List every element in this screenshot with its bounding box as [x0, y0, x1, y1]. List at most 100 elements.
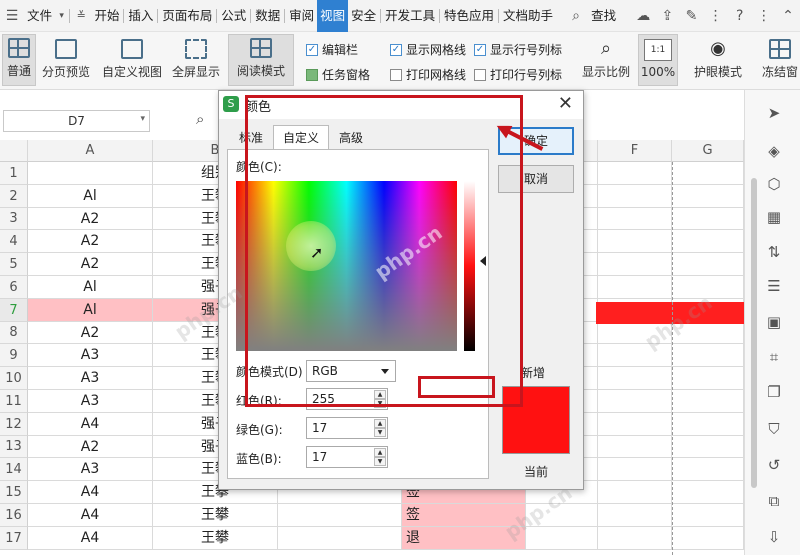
cell-g[interactable]	[672, 185, 744, 208]
cell-a[interactable]: A4	[28, 413, 153, 436]
select-all-corner[interactable]	[0, 140, 28, 162]
row-header[interactable]: 1	[0, 162, 28, 185]
menu-doc-assistant[interactable]: 文档助手	[500, 0, 556, 32]
menu-formula[interactable]: 公式	[218, 0, 249, 32]
name-box[interactable]: D7 ▾	[3, 110, 150, 132]
cell-g[interactable]	[672, 344, 744, 367]
zoom-icon[interactable]: ⌕	[196, 110, 216, 130]
row-header[interactable]: 16	[0, 504, 28, 527]
normal-view-button[interactable]: 普通	[2, 34, 36, 86]
row-header[interactable]: 12	[0, 413, 28, 436]
edit-icon[interactable]: ✎	[679, 0, 703, 32]
col-header-g[interactable]: G	[672, 140, 744, 162]
scroll-thumb[interactable]	[751, 178, 757, 488]
row-header[interactable]: 6	[0, 276, 28, 299]
cell-a[interactable]: A2	[28, 208, 153, 230]
row-header[interactable]: 13	[0, 436, 28, 458]
cell-f[interactable]	[598, 230, 672, 253]
cell-f[interactable]	[598, 162, 672, 185]
cell-a[interactable]: A3	[28, 390, 153, 413]
row-header[interactable]: 8	[0, 322, 28, 344]
cell-f[interactable]	[598, 208, 672, 230]
chevron-down-icon[interactable]: ▾	[140, 114, 145, 124]
edit-bar-checkbox[interactable]: ✓ 编辑栏	[306, 41, 358, 58]
row-header[interactable]: 17	[0, 527, 28, 550]
row-header[interactable]: 5	[0, 253, 28, 276]
cell-a[interactable]: A4	[28, 481, 153, 504]
close-icon[interactable]: ✕	[558, 93, 573, 114]
cell-g[interactable]	[672, 436, 744, 458]
vertical-scrollbar[interactable]	[749, 160, 759, 490]
menu-developer[interactable]: 开发工具	[382, 0, 438, 32]
cell-g[interactable]	[672, 413, 744, 436]
arrange-icon[interactable]: ⧉	[765, 492, 783, 510]
row-header[interactable]: 11	[0, 390, 28, 413]
menu-page-layout[interactable]: 页面布局	[159, 0, 215, 32]
spin-down-icon[interactable]: ▼	[374, 428, 386, 437]
zoom-ratio-button[interactable]: ⌕ 显示比例	[580, 34, 632, 86]
menu-data[interactable]: 数据	[252, 0, 283, 32]
menu-features[interactable]: 特色应用	[441, 0, 497, 32]
cell-g[interactable]	[672, 230, 744, 253]
cell-f[interactable]	[598, 367, 672, 390]
menu-search[interactable]: 查找	[588, 0, 619, 32]
cell-a[interactable]: A3	[28, 458, 153, 481]
spin-up-icon[interactable]: ▲	[374, 448, 386, 457]
crop-icon[interactable]: ⌗	[765, 348, 783, 366]
col-header-a[interactable]: A	[28, 140, 153, 162]
cell-e[interactable]	[526, 527, 598, 550]
row-header[interactable]: 2	[0, 185, 28, 208]
page-break-button[interactable]: 分页预览	[40, 34, 92, 86]
spin-up-icon[interactable]: ▲	[374, 419, 386, 428]
row-header[interactable]: 3	[0, 208, 28, 230]
history-icon[interactable]: ↺	[765, 456, 783, 474]
fullscreen-button[interactable]: 全屏显示	[170, 34, 222, 86]
share-icon[interactable]: ⇪	[655, 0, 679, 32]
image-icon[interactable]: ▣	[765, 313, 783, 331]
cell-f[interactable]	[598, 458, 672, 481]
show-grid-checkbox[interactable]: ✓ 显示网格线	[390, 41, 466, 58]
row-header[interactable]: 15	[0, 481, 28, 504]
eye-mode-button[interactable]: ◉ 护眼模式	[692, 34, 744, 86]
cell-a[interactable]: A2	[28, 230, 153, 253]
cell-a[interactable]: A3	[28, 344, 153, 367]
cell-a[interactable]: Al	[28, 276, 153, 299]
cell-f[interactable]	[598, 527, 672, 550]
cell-a[interactable]: A2	[28, 436, 153, 458]
task-pane-checkbox[interactable]: 任务窗格	[306, 66, 370, 83]
shapes-icon[interactable]: ⬡	[765, 175, 783, 193]
hamburger-icon[interactable]: ☰	[0, 0, 24, 32]
print-headers-checkbox[interactable]: 打印行号列标	[474, 66, 562, 83]
cell-f[interactable]	[598, 253, 672, 276]
cell-g[interactable]	[672, 481, 744, 504]
cell-g[interactable]	[672, 390, 744, 413]
menu-insert[interactable]: 插入	[125, 0, 156, 32]
row-header[interactable]: 9	[0, 344, 28, 367]
cell-f[interactable]	[598, 504, 672, 527]
collapse-icon[interactable]: ⌃	[776, 0, 800, 32]
cell-a[interactable]: A3	[28, 367, 153, 390]
expand-ribbon-icon[interactable]: ≚	[71, 0, 91, 32]
shield-icon[interactable]: ⛉	[765, 420, 783, 438]
cursor-icon[interactable]: ➤	[765, 104, 783, 122]
col-header-f[interactable]: F	[598, 140, 672, 162]
row-header[interactable]: 7	[0, 299, 28, 322]
cell-a[interactable]: A2	[28, 322, 153, 344]
cell-g[interactable]	[672, 367, 744, 390]
cell-f[interactable]	[598, 185, 672, 208]
cell-b[interactable]: 王攀	[153, 527, 278, 550]
cell-a[interactable]: A4	[28, 504, 153, 527]
freeze-button[interactable]: 冻结窗	[760, 34, 800, 86]
cell-a[interactable]: A4	[28, 527, 153, 550]
cell-a[interactable]	[28, 162, 153, 185]
print-grid-checkbox[interactable]: 打印网格线	[390, 66, 466, 83]
table-icon[interactable]: ▦	[765, 208, 783, 226]
more-options-icon[interactable]: ⋮	[752, 0, 776, 32]
search-icon[interactable]: ⌕	[564, 0, 588, 32]
cell-c[interactable]	[278, 527, 402, 550]
menu-view[interactable]: 视图	[317, 0, 349, 32]
show-headers-checkbox[interactable]: ✓ 显示行号列标	[474, 41, 562, 58]
cell-f[interactable]	[598, 390, 672, 413]
cell-g[interactable]	[672, 504, 744, 527]
reading-mode-button[interactable]: 阅读模式	[228, 34, 294, 86]
